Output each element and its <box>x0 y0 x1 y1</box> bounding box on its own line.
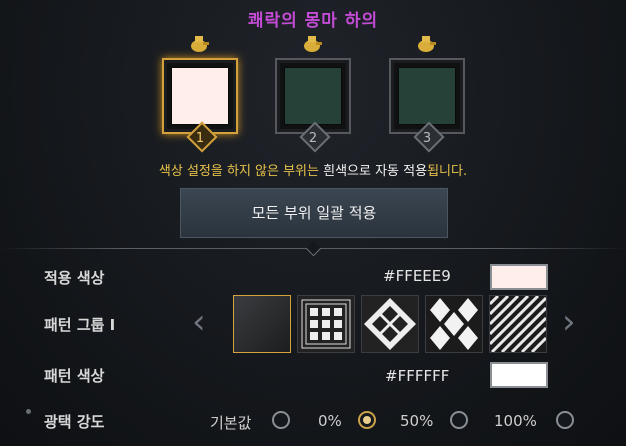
color-slot-1[interactable]: 1 <box>162 58 238 153</box>
slot-swatch <box>171 67 229 125</box>
gloss-option-default-radio[interactable] <box>272 411 290 429</box>
notice-text: 색상 설정을 하지 않은 부위는 <box>158 164 319 179</box>
auto-apply-notice: 색상 설정을 하지 않은 부위는 흰색으로 자동 적용됩니다. <box>0 160 626 179</box>
applied-color-swatch[interactable] <box>490 264 548 290</box>
slot-swatch <box>398 67 456 125</box>
dye-bottle-icon <box>191 36 209 52</box>
gloss-option-0-radio[interactable] <box>358 411 376 429</box>
gloss-label: 광택 강도 <box>44 413 105 431</box>
pattern-color-hex: #FFFFFF <box>385 367 450 385</box>
item-title: 쾌락의 몽마 하의 <box>247 11 379 31</box>
gloss-option-default-label: 기본값 <box>210 414 252 432</box>
slot-number: 1 <box>195 131 205 146</box>
chevron-left-icon[interactable]: ‹ <box>192 302 206 342</box>
applied-color-label: 적용 색상 <box>44 269 105 287</box>
pattern-solid-dark[interactable] <box>233 295 291 353</box>
pattern-group-label: 패턴 그룹 I <box>44 316 116 334</box>
dye-bottle-icon <box>418 36 436 52</box>
gloss-option-0-label: 0% <box>318 412 342 430</box>
slot-swatch <box>284 67 342 125</box>
pattern-argyle[interactable] <box>425 295 483 353</box>
gloss-option-50-radio[interactable] <box>450 411 468 429</box>
gloss-option-100-radio[interactable] <box>556 411 574 429</box>
pattern-diamond-check[interactable] <box>361 295 419 353</box>
gloss-option-50-label: 50% <box>400 412 434 430</box>
pattern-diagonal-weave[interactable] <box>489 295 547 353</box>
applied-color-hex: #FFEEE9 <box>383 267 451 285</box>
color-slot-3[interactable]: 3 <box>389 58 465 153</box>
chevron-right-icon[interactable]: › <box>562 302 576 342</box>
slot-number: 3 <box>422 131 432 146</box>
notice-highlight: 흰색으로 자동 적용 <box>318 164 428 179</box>
bullet-dot <box>26 409 31 414</box>
caret-icon <box>305 240 322 257</box>
color-slot-2[interactable]: 2 <box>275 58 351 153</box>
dye-bottle-icon <box>304 36 322 52</box>
notice-text-end: 됩니다. <box>427 164 468 179</box>
pattern-color-label: 패턴 색상 <box>44 367 105 385</box>
apply-all-button[interactable]: 모든 부위 일괄 적용 <box>180 188 448 238</box>
gloss-option-100-label: 100% <box>494 412 537 430</box>
slot-number: 2 <box>308 131 318 146</box>
pattern-grid-squares[interactable] <box>297 295 355 353</box>
pattern-color-swatch[interactable] <box>490 362 548 388</box>
